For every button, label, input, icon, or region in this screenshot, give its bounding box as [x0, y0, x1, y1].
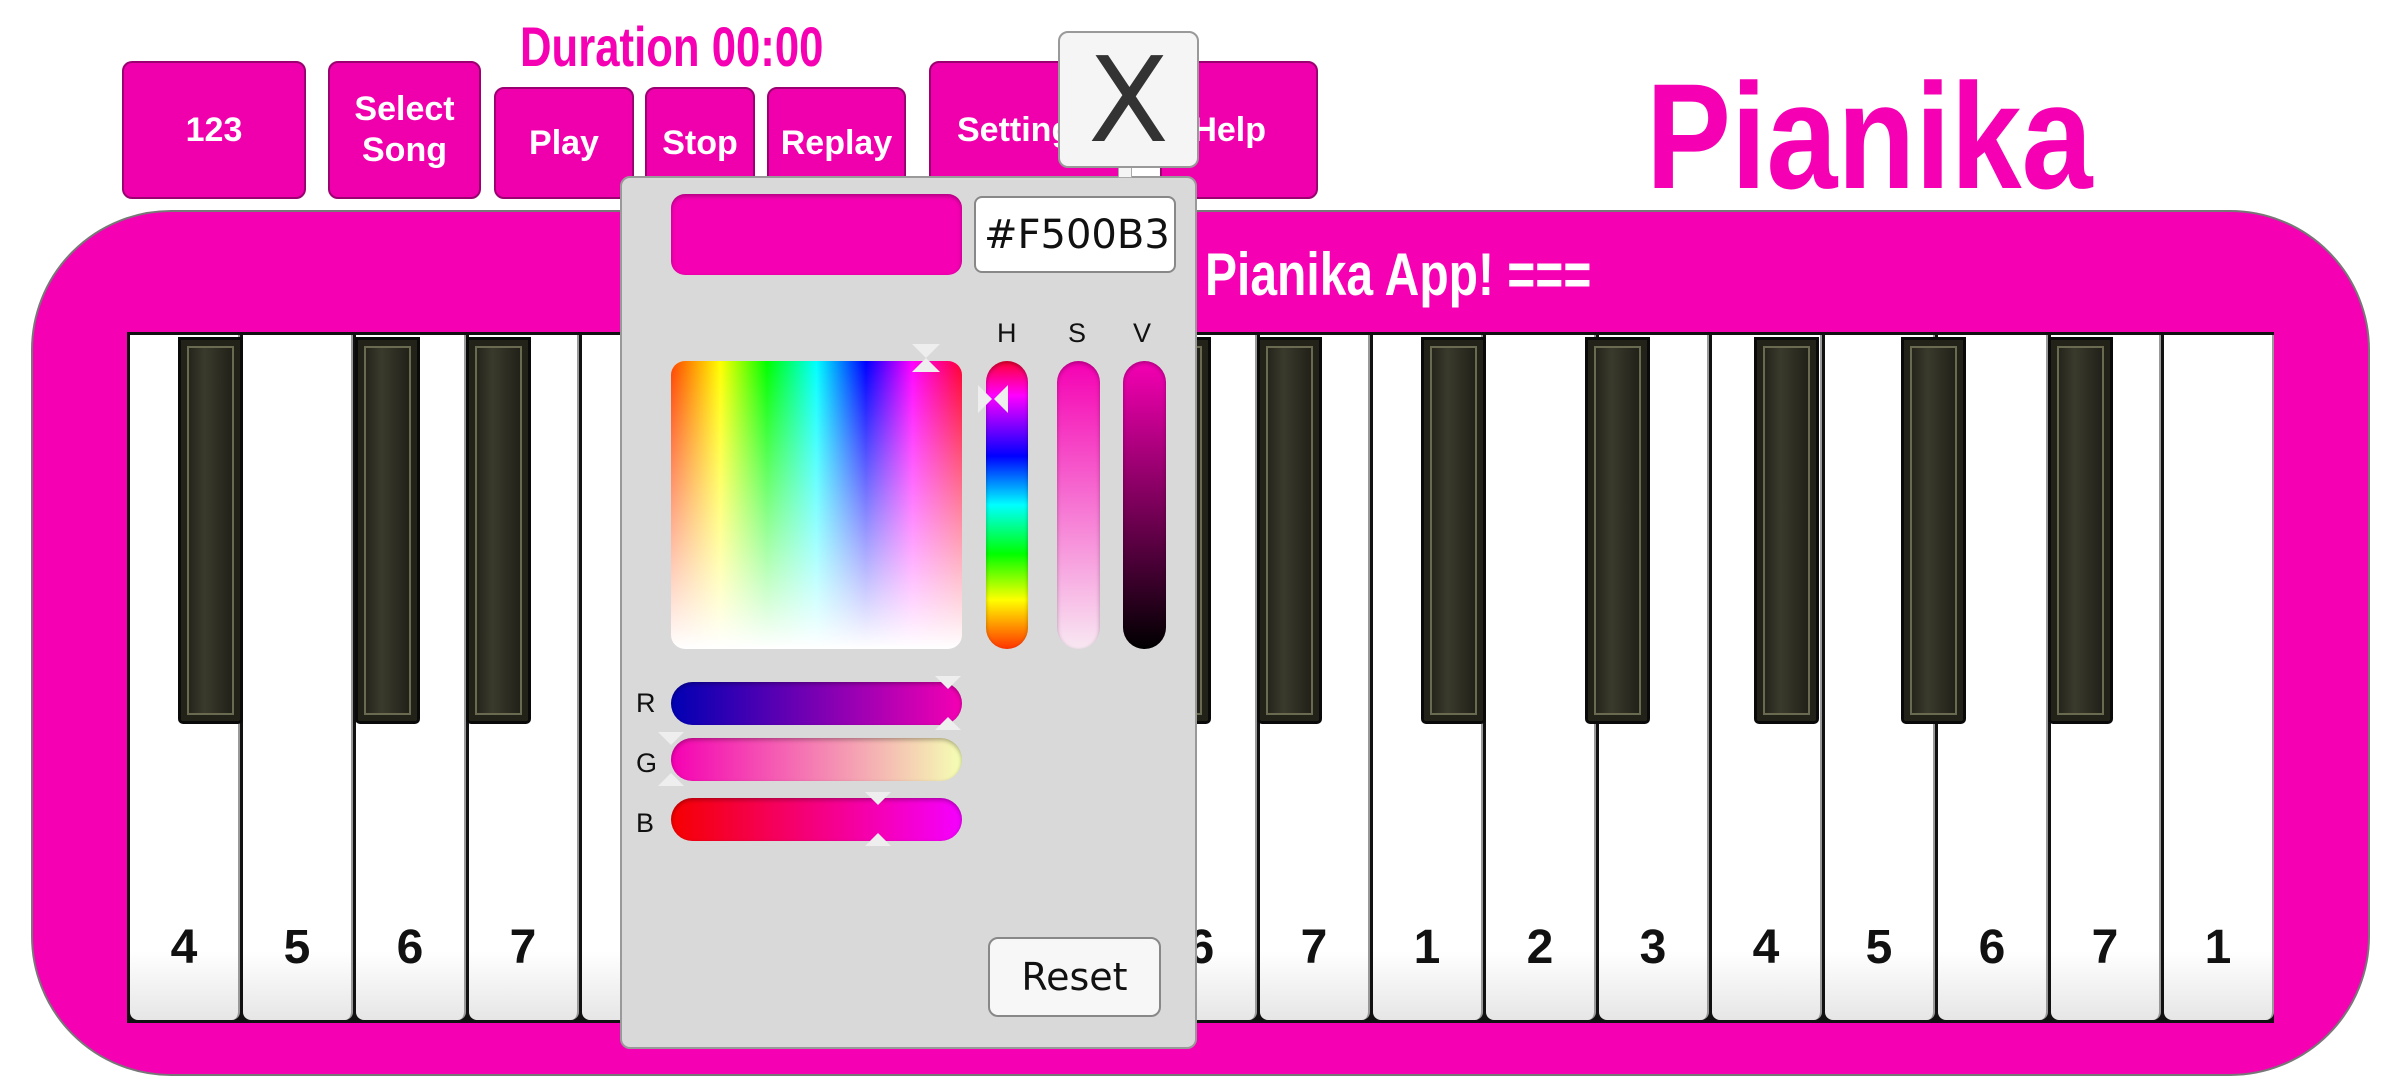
- close-button[interactable]: X: [1058, 31, 1199, 168]
- color-picker-dialog: H S V R G B Reset: [620, 176, 1197, 1049]
- s-label: S: [1068, 318, 1087, 348]
- black-key[interactable]: [1420, 337, 1486, 724]
- saturation-value-area[interactable]: [671, 361, 962, 649]
- white-key[interactable]: 5: [243, 335, 353, 1020]
- blue-thumb-icon[interactable]: [865, 792, 891, 846]
- white-key[interactable]: 1: [2164, 335, 2274, 1020]
- v-label: V: [1133, 318, 1152, 348]
- saturation-slider[interactable]: [1057, 361, 1100, 649]
- numbers-button[interactable]: 123: [122, 61, 306, 199]
- black-key[interactable]: [1584, 337, 1650, 724]
- welcome-banner: Pianika App! ===: [1205, 241, 1592, 308]
- close-icon: X: [1088, 30, 1169, 169]
- play-button[interactable]: Play: [494, 87, 634, 199]
- area-thumb-icon[interactable]: [912, 344, 940, 372]
- app-title: Pianika: [1646, 52, 2093, 220]
- black-key[interactable]: [1901, 337, 1967, 724]
- value-slider[interactable]: [1123, 361, 1166, 649]
- h-label: H: [997, 318, 1017, 348]
- hue-thumb-icon[interactable]: [978, 385, 1008, 413]
- red-thumb-icon[interactable]: [935, 676, 961, 730]
- black-key[interactable]: [355, 337, 421, 724]
- black-key[interactable]: [1754, 337, 1820, 724]
- b-label: B: [636, 808, 655, 838]
- duration-label: Duration 00:00: [520, 15, 824, 78]
- hex-input[interactable]: [974, 196, 1176, 273]
- red-slider[interactable]: [671, 682, 962, 725]
- reset-button[interactable]: Reset: [988, 937, 1161, 1017]
- color-swatch: [671, 194, 962, 275]
- black-key[interactable]: [2048, 337, 2113, 724]
- black-key[interactable]: [1257, 337, 1322, 724]
- r-label: R: [636, 688, 656, 718]
- green-slider[interactable]: [671, 738, 962, 781]
- select-song-button[interactable]: Select Song: [328, 61, 481, 199]
- black-key[interactable]: [466, 337, 531, 724]
- g-label: G: [636, 748, 658, 778]
- green-thumb-icon[interactable]: [658, 732, 684, 786]
- black-key[interactable]: [177, 337, 243, 724]
- white-key[interactable]: 2: [1486, 335, 1596, 1020]
- blue-slider[interactable]: [671, 798, 962, 841]
